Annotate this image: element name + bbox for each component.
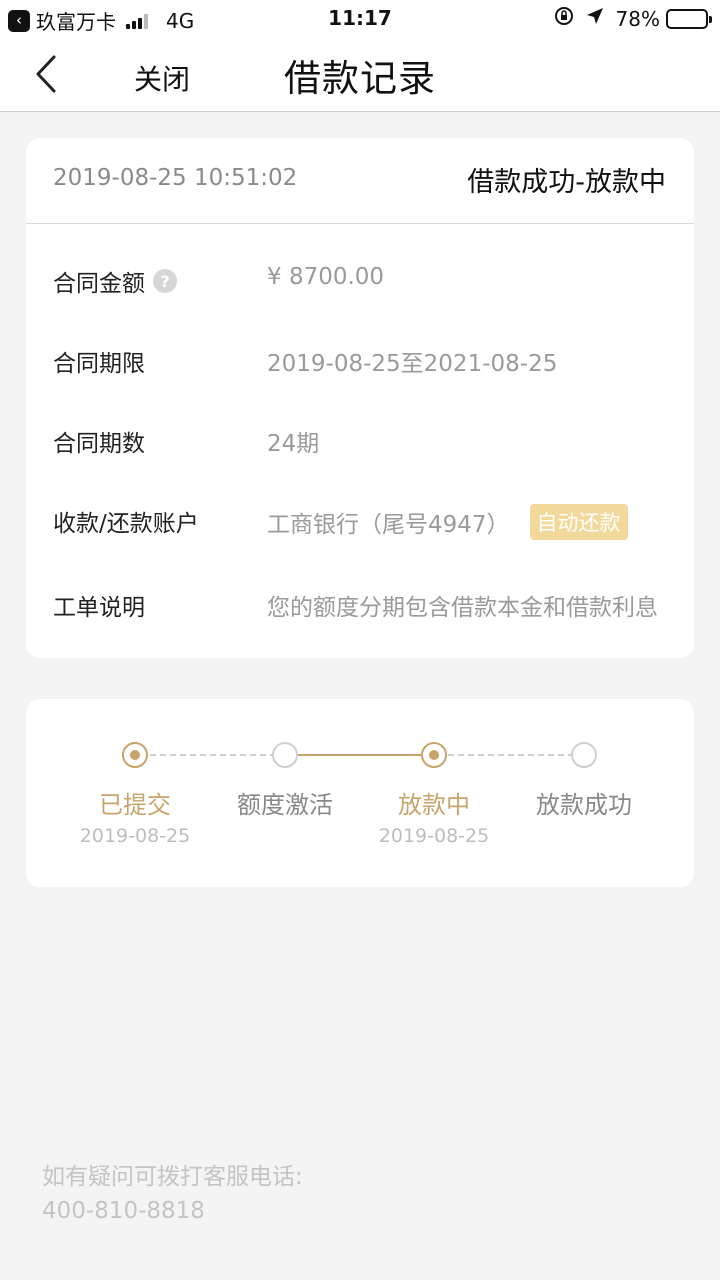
row-account: 收款/还款账户 工商银行（尾号4947） 自动还款: [53, 504, 674, 544]
loan-record-card: 2019-08-25 10:51:02 借款成功-放款中 合同金额 ? ¥ 87…: [26, 138, 694, 658]
row-value: 2019-08-25至2021-08-25: [267, 351, 558, 377]
help-icon[interactable]: ?: [153, 269, 177, 293]
signal-icon: [126, 13, 150, 29]
close-button[interactable]: 关闭: [134, 58, 190, 98]
progress-stepper: 已提交 额度激活 放款中 放款成功 2019-08-25 2019-08-25: [26, 699, 694, 887]
row-contract-periods: 合同期数 24期: [53, 424, 674, 464]
row-label: 工单说明: [53, 595, 145, 621]
page-title: 借款记录: [284, 57, 436, 100]
back-to-app[interactable]: ‹ 玖富万卡 4G: [8, 6, 194, 35]
battery-percent: 78%: [615, 6, 660, 31]
row-value: 您的额度分期包含借款本金和借款利息: [267, 595, 658, 621]
step-dot: [122, 742, 148, 768]
row-label: 收款/还款账户: [53, 511, 199, 537]
step-date: 2019-08-25: [378, 825, 490, 847]
back-app-label: 玖富万卡: [36, 10, 116, 34]
row-contract-term: 合同期限 2019-08-25至2021-08-25: [53, 344, 674, 384]
row-label: 合同期限: [53, 351, 145, 377]
record-datetime: 2019-08-25 10:51:02: [53, 165, 298, 191]
location-icon: [586, 7, 604, 30]
rotation-lock-icon: [554, 6, 574, 31]
auto-repay-badge: 自动还款: [529, 504, 628, 540]
back-button[interactable]: [30, 54, 62, 94]
service-phone[interactable]: 400-810-8818: [42, 1194, 303, 1228]
network-type: 4G: [166, 8, 195, 33]
chevron-left-icon: [36, 55, 56, 93]
status-bar: ‹ 玖富万卡 4G 11:17 78%: [0, 0, 720, 38]
step-dot: [272, 742, 298, 768]
record-status: 借款成功-放款中: [467, 167, 666, 198]
step-label: 放款成功: [536, 791, 632, 819]
row-value: 工商银行（尾号4947）: [267, 512, 510, 538]
step-date: 2019-08-25: [79, 825, 191, 847]
row-label: 合同期数: [53, 431, 145, 457]
step-connector: [298, 754, 422, 756]
step-dot: [571, 742, 597, 768]
nav-bar: 关闭 借款记录: [0, 38, 720, 112]
chevron-left-icon: ‹: [8, 9, 30, 32]
customer-service-info: 如有疑问可拨打客服电话: 400-810-8818: [42, 1160, 303, 1228]
row-contract-amount: 合同金额 ? ¥ 8700.00: [53, 264, 674, 304]
row-label: 合同金额: [53, 271, 145, 297]
row-value: ¥ 8700.00: [267, 264, 385, 290]
row-description: 工单说明 您的额度分期包含借款本金和借款利息: [53, 588, 674, 628]
screen: ‹ 玖富万卡 4G 11:17 78% 关闭 借款记录 2019-08-25 1…: [0, 0, 720, 1280]
step-connector: [448, 754, 584, 756]
battery-icon: [666, 8, 712, 29]
progress-card: 已提交 额度激活 放款中 放款成功 2019-08-25 2019-08-25: [26, 699, 694, 887]
step-dot: [421, 742, 447, 768]
service-hint: 如有疑问可拨打客服电话:: [42, 1164, 303, 1190]
row-value: 24期: [267, 431, 320, 457]
step-connector: [150, 754, 286, 756]
record-header: 2019-08-25 10:51:02 借款成功-放款中: [26, 138, 694, 224]
